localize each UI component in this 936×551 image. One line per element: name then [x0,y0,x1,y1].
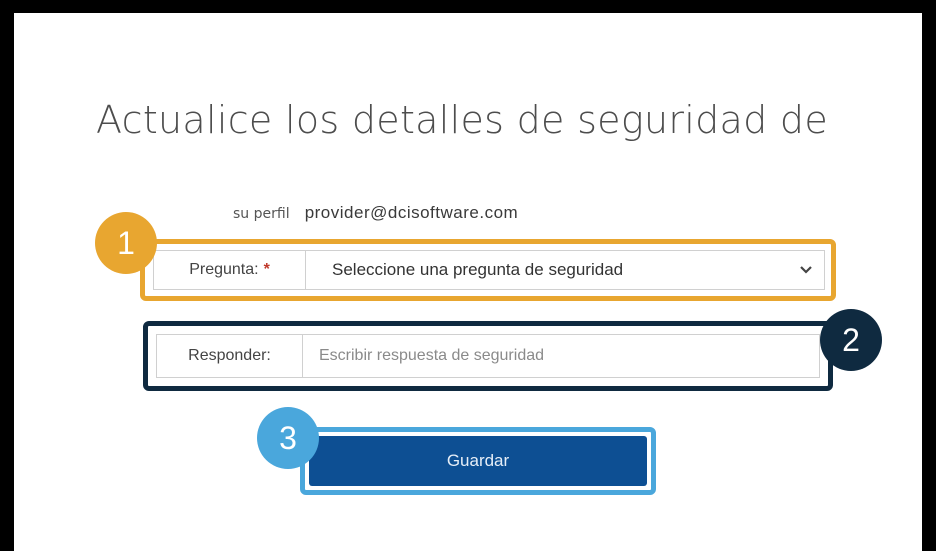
save-button[interactable]: Guardar [309,436,647,486]
question-label-text: Pregunta: [189,261,259,278]
answer-label: Responder: [157,335,303,377]
chevron-down-icon[interactable] [794,251,818,289]
profile-label: su perfil [233,206,290,222]
profile-row: su perfil provider@dcisoftware.com [233,203,518,223]
question-select-value[interactable]: Seleccione una pregunta de seguridad [306,260,794,280]
required-marker: * [263,261,270,278]
callout-badge-2: 2 [820,309,882,371]
page-title: Actualice los detalles de seguridad de [96,98,829,142]
callout-badge-3: 3 [257,407,319,469]
question-select[interactable]: Pregunta: * Seleccione una pregunta de s… [153,250,825,290]
answer-field-highlight: Responder: [143,321,833,391]
answer-field: Responder: [156,334,820,378]
question-field-highlight: Pregunta: * Seleccione una pregunta de s… [140,239,836,301]
callout-badge-1: 1 [95,212,157,274]
profile-email: provider@dcisoftware.com [304,203,519,222]
answer-input[interactable] [303,334,819,378]
question-label: Pregunta: * [154,251,306,289]
save-button-highlight: Guardar [300,427,656,495]
